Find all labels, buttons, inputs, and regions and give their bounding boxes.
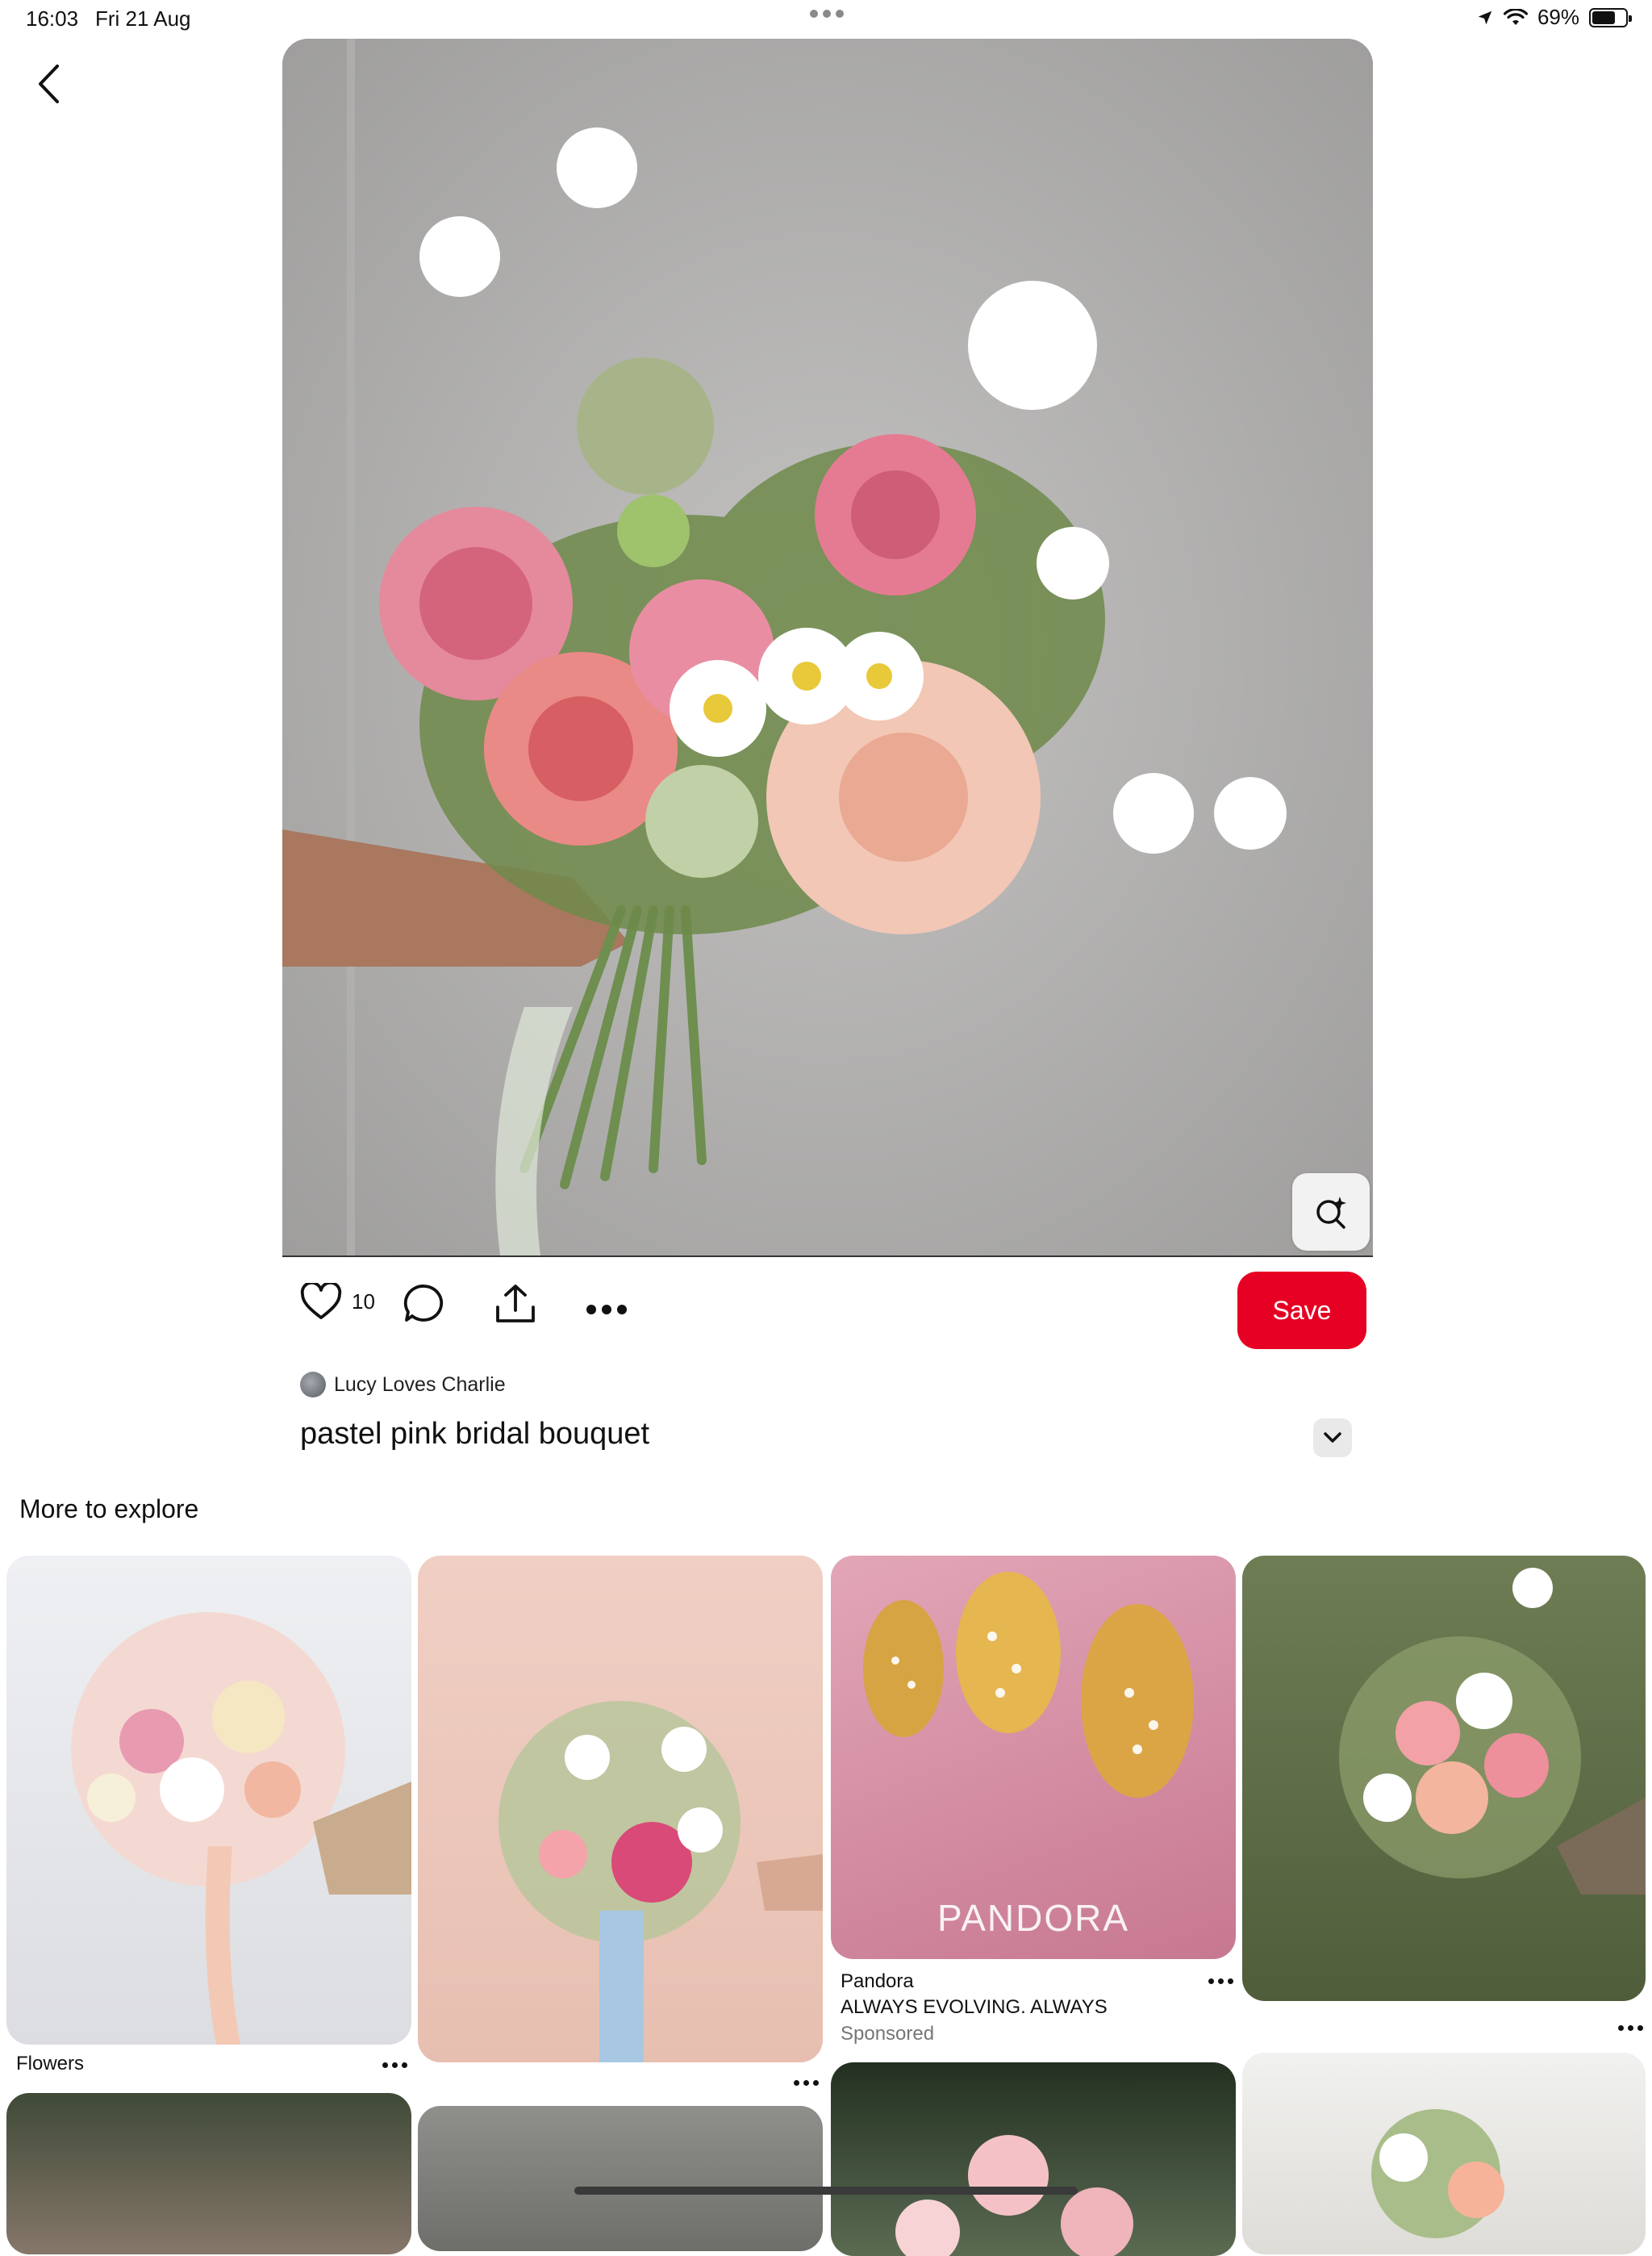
creator-link[interactable]: Lucy Loves Charlie (300, 1372, 506, 1397)
share-button[interactable] (494, 1283, 537, 1325)
explore-pin-tile[interactable] (418, 2106, 823, 2251)
tile-caption: Flowers (16, 2053, 85, 2074)
brand-wordmark: PANDORA (937, 1897, 1130, 1939)
multitasking-dots-icon[interactable] (810, 10, 844, 18)
explore-pin-tile[interactable] (418, 1556, 823, 2062)
comment-button[interactable] (403, 1283, 445, 1323)
share-upload-icon (496, 1285, 535, 1322)
like-count: 10 (352, 1289, 375, 1314)
tile-image (1371, 2109, 1504, 2238)
visual-search-button[interactable] (1292, 1173, 1370, 1251)
comment-bubble-icon (403, 1285, 444, 1322)
sponsored-label: Sponsored (841, 2023, 935, 2045)
chevron-left-icon (39, 65, 59, 103)
tile-image (71, 1612, 411, 2045)
like-button[interactable]: 10 (300, 1283, 375, 1320)
ad-tagline: ALWAYS EVOLVING. ALWAYS (841, 1996, 1108, 2018)
creator-name: Lucy Loves Charlie (334, 1372, 506, 1396)
visual-search-icon (1316, 1197, 1346, 1229)
advertiser-name[interactable]: Pandora (841, 1970, 914, 1993)
chevron-down-icon (1324, 1432, 1341, 1443)
expand-details-button[interactable] (1313, 1418, 1352, 1457)
avatar (300, 1372, 326, 1397)
save-button[interactable]: Save (1237, 1272, 1366, 1349)
explore-pin-tile[interactable] (6, 1556, 411, 2045)
more-horizontal-icon (586, 1305, 627, 1314)
pin-image[interactable] (282, 39, 1373, 1255)
wifi-icon (1503, 8, 1528, 25)
pin-action-bar: 10 Save (300, 1272, 1366, 1349)
explore-pin-tile[interactable] (1242, 2053, 1646, 2254)
image-divider (282, 1255, 1373, 1257)
status-indicators: 69% (1476, 5, 1632, 30)
tile-image (499, 1701, 823, 2062)
tile-more-button[interactable] (794, 2080, 819, 2086)
tile-more-button[interactable] (1618, 2025, 1643, 2031)
home-indicator[interactable] (574, 2187, 1078, 2195)
tile-more-button[interactable] (1208, 1978, 1233, 1984)
status-bar: 16:03 Fri 21 Aug 69% (0, 0, 1652, 40)
tile-image (1339, 1568, 1646, 1895)
explore-pin-tile[interactable] (6, 2093, 411, 2254)
back-button[interactable] (29, 61, 68, 107)
pin-title: pastel pink bridal bouquet (300, 1417, 650, 1451)
status-date: Fri 21 Aug (95, 6, 191, 31)
location-arrow-icon (1478, 10, 1492, 24)
status-time: 16:03 (26, 6, 79, 31)
tile-image (895, 2135, 1133, 2256)
sponsored-pin-tile[interactable]: PANDORA (831, 1556, 1236, 1959)
more-to-explore-heading: More to explore (19, 1494, 199, 1523)
explore-pin-tile[interactable] (1242, 1556, 1646, 2001)
battery-percentage: 69% (1537, 5, 1579, 29)
heart-icon (300, 1283, 342, 1319)
battery-icon (1589, 7, 1632, 27)
bouquet-illustration (282, 39, 1373, 1255)
more-options-button[interactable] (586, 1304, 628, 1315)
explore-pin-tile[interactable] (831, 2062, 1236, 2256)
tile-more-button[interactable] (382, 2062, 407, 2068)
